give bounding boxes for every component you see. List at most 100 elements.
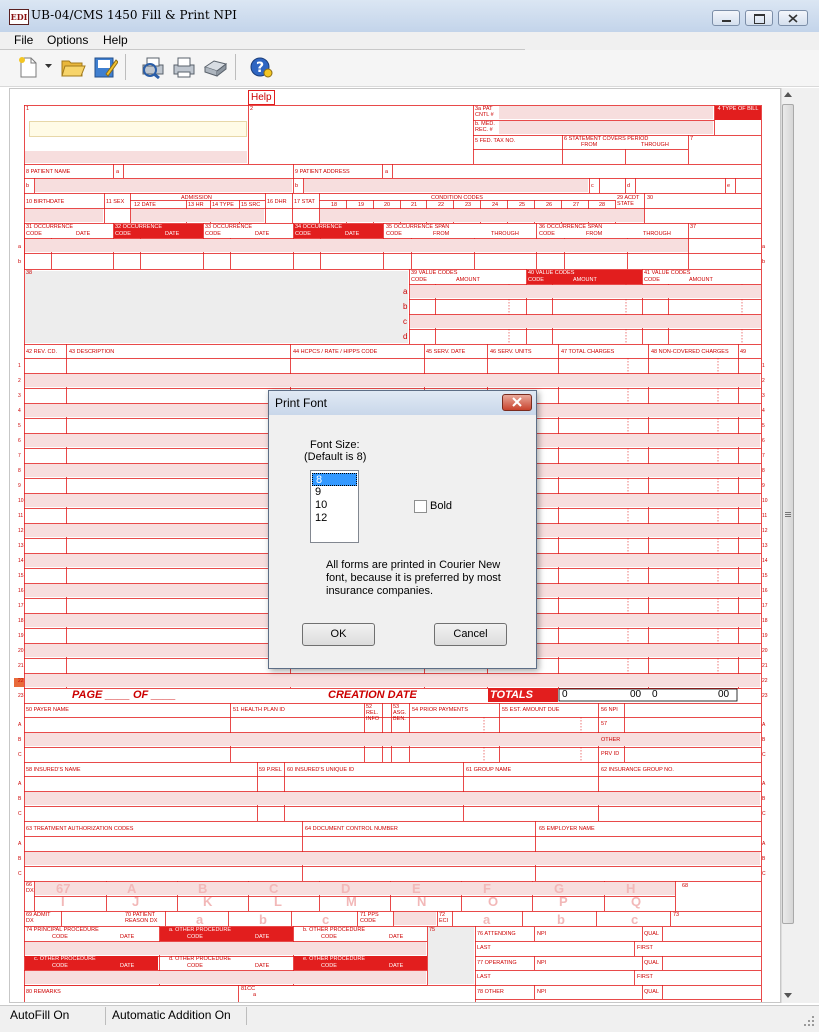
line-number-5: 5 [18, 423, 21, 429]
field-62-label: 62 INSURANCE GROUP NO. [601, 767, 674, 773]
procedure-0-label: 74 PRINCIPAL PROCEDURE [26, 927, 99, 933]
field-16-label: 16 DHR [267, 199, 287, 205]
field-3b-label: b. MED. REC. # [475, 121, 495, 133]
dropdown-arrow-icon[interactable] [44, 63, 53, 69]
field-71-label: 71 PPS CODE [360, 912, 379, 924]
field-29-label: 29 ACDT STATE [617, 195, 640, 207]
window-title: UB-04/CMS 1450 Fill & Print NPI [31, 8, 237, 22]
reason-dx-b: b [259, 912, 267, 927]
field-17-label: 17 STAT [294, 199, 315, 205]
resize-grip-icon[interactable] [803, 1015, 815, 1027]
minimize-button[interactable] [712, 10, 740, 26]
field-35-label: 35 OCCURRENCE SPAN [386, 224, 450, 230]
payer-row-A-marker: A [18, 722, 22, 728]
field-72-label: 72 ECI [439, 912, 449, 924]
line-number-7: 7 [18, 453, 21, 459]
value-row-d-marker: d [403, 332, 408, 341]
status-divider [105, 1007, 106, 1025]
span-from-label: FROM [586, 231, 603, 237]
line-number-16: 16 [18, 588, 24, 594]
procedure-code-label: CODE [52, 963, 68, 969]
help-icon[interactable]: ? [248, 55, 274, 79]
line-number-16: 16 [762, 588, 768, 594]
field-52-label: 52 REL. INFO [366, 704, 380, 722]
line-number-7: 7 [762, 453, 765, 459]
font-size-option-10[interactable]: 10 [312, 499, 357, 512]
occurrence-34-label: 34 OCCURRENCE [295, 224, 343, 230]
field-8a-label: a [116, 169, 120, 175]
field-53-label: 53 ASG. BEN. [393, 704, 407, 722]
field-3a-label: 3a PAT CNTL # [475, 106, 494, 118]
dialog-close-button[interactable] [502, 394, 532, 411]
line-number-21: 21 [18, 663, 24, 669]
scroll-down-icon[interactable] [783, 992, 793, 999]
line-number-17: 17 [762, 603, 768, 609]
last-label: LAST [477, 945, 491, 951]
auth-row-B-marker: B [762, 856, 766, 862]
field-66-label: 66 DX [26, 882, 34, 894]
npi-label: NPI [537, 960, 547, 966]
field-6-through-label: THROUGH [641, 142, 669, 148]
menu-help[interactable]: Help [103, 33, 128, 47]
line-number-3: 3 [762, 393, 765, 399]
value-row-a-marker: a [403, 287, 408, 296]
line-number-11: 11 [762, 513, 768, 519]
scroll-thumb[interactable] [782, 104, 794, 924]
eci-c: c [631, 912, 639, 927]
maximize-button[interactable] [745, 10, 773, 26]
field-2-label: 2 [250, 106, 254, 112]
occurrence-31-label: 31 OCCURRENCE [26, 224, 74, 230]
menu-options[interactable]: Options [47, 33, 88, 47]
menu-file[interactable]: File [14, 33, 33, 47]
minimize-icon [722, 20, 731, 22]
field-10-label: 10 BIRTHDATE [26, 199, 65, 205]
occurrence-code-label: CODE [205, 231, 221, 237]
condition-code-21-label: 21 [411, 202, 418, 208]
value-codes-41-label: 41 VALUE CODES [644, 270, 691, 276]
field-5-label: 5 FED. TAX NO. [475, 138, 516, 144]
first-label: FIRST [637, 974, 653, 980]
field-14-label: 14 TYPE [212, 202, 234, 208]
form-help-button[interactable]: Help [248, 90, 275, 105]
line-number-13: 13 [18, 543, 24, 549]
print-batch-icon[interactable] [202, 55, 228, 79]
bold-checkbox[interactable] [414, 500, 427, 513]
condition-code-28-label: 28 [599, 202, 606, 208]
qual-label: QUAL [644, 960, 659, 966]
field-12-label: 12 DATE [134, 202, 156, 208]
save-edit-icon[interactable] [92, 54, 118, 80]
print-preview-icon[interactable] [140, 55, 166, 79]
field-50-label: 50 PAYER NAME [26, 707, 69, 713]
line-number-23: 23 [762, 693, 768, 699]
close-button[interactable] [778, 10, 808, 26]
line-number-17: 17 [18, 603, 24, 609]
scroll-up-icon[interactable] [783, 91, 793, 98]
provider-name-input[interactable] [29, 121, 247, 137]
field-6-label: 6 STATEMENT COVERS PERIOD [564, 136, 649, 142]
line-number-23: 23 [18, 693, 24, 699]
procedure-date-label: DATE [255, 934, 270, 940]
ok-button[interactable]: OK [302, 623, 375, 646]
font-size-option-12[interactable]: 12 [312, 512, 357, 525]
status-auto-addition: Automatic Addition On [112, 1008, 231, 1022]
field-7-label: 7 [690, 136, 694, 142]
note-line-3: insurance companies. [326, 585, 434, 597]
open-folder-icon[interactable] [60, 55, 86, 79]
procedure-date-label: DATE [120, 934, 135, 940]
font-size-option-9[interactable]: 9 [312, 486, 357, 499]
line-number-8: 8 [18, 468, 21, 474]
totals-label: TOTALS [490, 689, 533, 701]
span-through-label: THROUGH [643, 231, 671, 237]
field-68-label: 68 [682, 883, 689, 889]
new-file-icon[interactable] [16, 55, 40, 79]
value-amount-label: AMOUNT [573, 277, 597, 283]
field-47-label: 47 TOTAL CHARGES [561, 349, 615, 355]
occurrence-date-label: DATE [255, 231, 270, 237]
print-icon[interactable] [171, 55, 197, 79]
field-69-label: 69 ADMIT DX [26, 912, 51, 924]
font-size-list[interactable]: 8 9 10 12 [310, 470, 359, 543]
value-code-label: CODE [528, 277, 544, 283]
cancel-button[interactable]: Cancel [434, 623, 507, 646]
font-size-option-8[interactable]: 8 [312, 473, 357, 486]
page-of-label: PAGE ____ OF ____ [72, 689, 176, 701]
